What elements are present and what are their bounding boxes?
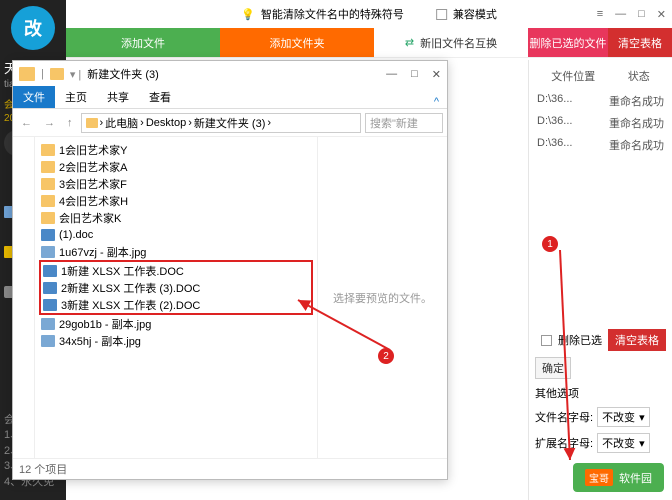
folder-icon <box>41 161 55 173</box>
del-label: 删除已选 <box>558 332 602 348</box>
list-item[interactable]: 会旧艺术家K <box>35 209 317 226</box>
confirm-button[interactable]: 确定 <box>535 357 571 379</box>
nav-pane[interactable] <box>13 137 35 458</box>
list-item[interactable]: 1会旧艺术家Y <box>35 141 317 158</box>
watermark: 宝哥软件园 <box>573 463 664 492</box>
delete-selected-button[interactable]: 删除已选的文件 <box>528 28 608 57</box>
result-row[interactable]: D:\36...重命名成功 <box>535 134 666 156</box>
app-titlebar: 💡 智能清除文件名中的特殊符号 兼容模式 ≡ — □ ✕ <box>66 0 672 28</box>
list-item[interactable]: 1u67vzj - 副本.jpg <box>35 243 317 260</box>
ribbon-tabs: 文件 主页 共享 查看 ^ <box>13 87 447 109</box>
image-icon <box>41 335 55 347</box>
result-row[interactable]: D:\36...重命名成功 <box>535 112 666 134</box>
window-title: 新建文件夹 (3) <box>87 66 159 82</box>
app-logo: 改 <box>11 6 55 50</box>
image-icon <box>41 318 55 330</box>
filename-case-select[interactable]: 不改变▾ <box>597 407 650 427</box>
list-item[interactable]: 2新建 XLSX 工作表 (3).DOC <box>41 279 311 296</box>
ext-case-select[interactable]: 不改变▾ <box>597 433 650 453</box>
col-path: 文件位置 <box>551 68 595 84</box>
file-explorer-window: | ▾ | 新建文件夹 (3) — □ ✕ 文件 主页 共享 查看 ^ ← → … <box>12 60 448 480</box>
maximize-icon[interactable]: □ <box>411 68 418 81</box>
address-bar: ← → ↑ ›此电脑 ›Desktop ›新建文件夹 (3) › 搜索"新建 <box>13 109 447 137</box>
folder-icon <box>41 212 55 224</box>
list-item[interactable]: 1新建 XLSX 工作表.DOC <box>41 262 311 279</box>
list-item[interactable]: 29gob1b - 副本.jpg <box>35 315 317 332</box>
list-item[interactable]: 4会旧艺术家H <box>35 192 317 209</box>
breadcrumb[interactable]: ›此电脑 ›Desktop ›新建文件夹 (3) › <box>81 113 362 133</box>
folder-icon <box>50 68 64 80</box>
callout-2: 2 <box>378 348 394 364</box>
ribbon-toggle-icon[interactable]: ^ <box>426 96 447 108</box>
swap-icon: ⇄ <box>405 36 414 49</box>
status-bar: 12 个项目 <box>13 458 447 479</box>
tip-text: 智能清除文件名中的特殊符号 <box>261 6 404 22</box>
add-folder-button[interactable]: 添加文件夹 <box>220 28 374 57</box>
chevron-down-icon: ▾ <box>639 411 645 424</box>
bulb-icon: 💡 <box>241 8 255 21</box>
folder-icon <box>19 67 35 81</box>
settings-icon[interactable]: ≡ <box>597 8 603 21</box>
list-item[interactable]: (1).doc <box>35 226 317 243</box>
tab-file[interactable]: 文件 <box>13 86 55 108</box>
tab-share[interactable]: 共享 <box>97 86 139 108</box>
highlight-box: 1新建 XLSX 工作表.DOC 2新建 XLSX 工作表 (3).DOC 3新… <box>39 260 313 315</box>
doc-icon <box>43 299 57 311</box>
folder-icon <box>41 195 55 207</box>
folder-icon <box>41 144 55 156</box>
callout-1: 1 <box>542 236 558 252</box>
swap-button[interactable]: ⇄新旧文件名互换 <box>374 28 528 57</box>
clear-table-button[interactable]: 清空表格 <box>608 28 672 57</box>
chevron-down-icon: ▾ <box>639 437 645 450</box>
result-row[interactable]: D:\36...重命名成功 <box>535 90 666 112</box>
maximize-icon[interactable]: □ <box>638 8 645 21</box>
close-icon[interactable]: ✕ <box>657 8 666 21</box>
folder-icon <box>41 178 55 190</box>
back-icon[interactable]: ← <box>17 117 36 129</box>
del-checkbox[interactable] <box>541 335 552 346</box>
filename-case-label: 文件名字母: <box>535 409 593 425</box>
other-options-label: 其他选项 <box>535 385 579 401</box>
forward-icon[interactable]: → <box>40 117 59 129</box>
doc-icon <box>41 229 55 241</box>
list-item[interactable]: 3新建 XLSX 工作表 (2).DOC <box>41 296 311 313</box>
search-input[interactable]: 搜索"新建 <box>365 113 443 133</box>
clear-button[interactable]: 清空表格 <box>608 329 666 351</box>
list-item[interactable]: 2会旧艺术家A <box>35 158 317 175</box>
ext-case-label: 扩展名字母: <box>535 435 593 451</box>
results-pane: 文件位置 状态 D:\36...重命名成功 D:\36...重命名成功 D:\3… <box>528 60 672 500</box>
minimize-icon[interactable]: — <box>386 68 397 81</box>
doc-icon <box>43 282 57 294</box>
minimize-icon[interactable]: — <box>615 8 626 21</box>
compat-checkbox[interactable] <box>436 9 447 20</box>
add-file-button[interactable]: 添加文件 <box>66 28 220 57</box>
tab-view[interactable]: 查看 <box>139 86 181 108</box>
up-icon[interactable]: ↑ <box>63 117 77 129</box>
preview-pane: 选择要预览的文件。 <box>317 137 447 458</box>
list-item[interactable]: 34x5hj - 副本.jpg <box>35 332 317 349</box>
doc-icon <box>43 265 57 277</box>
list-item[interactable]: 3会旧艺术家F <box>35 175 317 192</box>
image-icon <box>41 246 55 258</box>
tab-home[interactable]: 主页 <box>55 86 97 108</box>
main-toolbar: 添加文件 添加文件夹 ⇄新旧文件名互换 删除已选的文件 清空表格 <box>66 28 672 58</box>
file-list: 1会旧艺术家Y 2会旧艺术家A 3会旧艺术家F 4会旧艺术家H 会旧艺术家K (… <box>35 137 317 458</box>
compat-label: 兼容模式 <box>453 6 497 22</box>
col-status: 状态 <box>628 68 650 84</box>
explorer-titlebar[interactable]: | ▾ | 新建文件夹 (3) — □ ✕ <box>13 61 447 87</box>
close-icon[interactable]: ✕ <box>432 68 441 81</box>
folder-icon <box>86 118 98 128</box>
